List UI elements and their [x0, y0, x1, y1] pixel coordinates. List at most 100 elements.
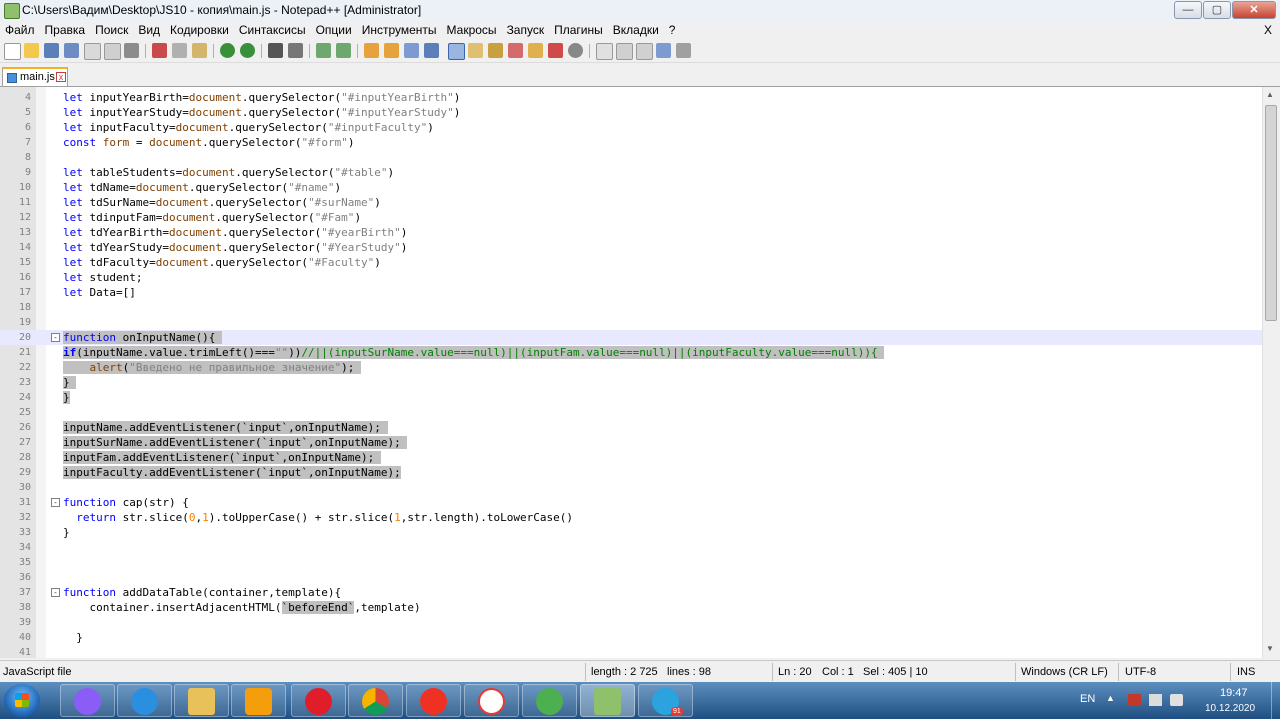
fold-toggle-icon[interactable]: -: [51, 498, 60, 507]
code-line[interactable]: 18: [0, 300, 1262, 315]
taskbar-opera[interactable]: [291, 684, 346, 717]
vertical-scrollbar[interactable]: ▲ ▼: [1262, 87, 1280, 658]
zoom-out-icon[interactable]: [336, 43, 351, 58]
monitoring-icon[interactable]: [548, 43, 563, 58]
menu-item[interactable]: Правка: [40, 21, 91, 39]
code-line[interactable]: 16 let student;: [0, 270, 1262, 285]
menu-item[interactable]: Макросы: [442, 21, 502, 39]
code-line[interactable]: 39: [0, 615, 1262, 630]
language-indicator[interactable]: EN: [1080, 693, 1095, 705]
save-icon[interactable]: [44, 43, 59, 58]
sync-horizontal-icon[interactable]: [384, 43, 399, 58]
code-line[interactable]: 10 let tdName=document.querySelector("#na…: [0, 180, 1262, 195]
close-file-icon[interactable]: [84, 43, 101, 60]
menu-item[interactable]: Инструменты: [357, 21, 442, 39]
menu-item[interactable]: Синтаксисы: [234, 21, 311, 39]
code-line[interactable]: 31 - function cap(str) {: [0, 495, 1262, 510]
taskbar-alice[interactable]: [60, 684, 115, 717]
code-line[interactable]: 35: [0, 555, 1262, 570]
show-desktop-button[interactable]: [1271, 682, 1280, 719]
save-all-icon[interactable]: [64, 43, 79, 58]
menu-item[interactable]: Запуск: [502, 21, 550, 39]
taskbar-media-player[interactable]: [231, 684, 286, 717]
code-line[interactable]: 9 let tableStudents=document.querySelecto…: [0, 165, 1262, 180]
fold-toggle-icon[interactable]: -: [51, 588, 60, 597]
code-line[interactable]: 26 inputName.addEventListener(`input`,onI…: [0, 420, 1262, 435]
menu-item[interactable]: Поиск: [90, 21, 133, 39]
taskbar-notepadpp[interactable]: [580, 684, 635, 717]
code-line[interactable]: 30: [0, 480, 1262, 495]
menu-item[interactable]: Вид: [133, 21, 165, 39]
code-line[interactable]: 12 let tdinputFam=document.querySelector(…: [0, 210, 1262, 225]
copy-icon[interactable]: [172, 43, 187, 58]
code-line[interactable]: 7 const form = document.querySelector("#f…: [0, 135, 1262, 150]
taskbar-utorrent[interactable]: [522, 684, 577, 717]
minimize-button[interactable]: —: [1174, 1, 1202, 19]
code-line[interactable]: 5 let inputYearStudy=document.querySelect…: [0, 105, 1262, 120]
scroll-down-icon[interactable]: ▼: [1266, 644, 1274, 653]
code-line[interactable]: 41: [0, 645, 1262, 658]
taskbar-chrome[interactable]: [348, 684, 403, 717]
function-list-icon[interactable]: [508, 43, 523, 58]
user-defined-language-icon[interactable]: [468, 43, 483, 58]
taskbar-yandex-browser[interactable]: [464, 684, 519, 717]
fold-toggle-icon[interactable]: -: [51, 333, 60, 342]
new-file-icon[interactable]: [4, 43, 21, 60]
code-line[interactable]: 19: [0, 315, 1262, 330]
start-button[interactable]: [4, 684, 40, 717]
code-line[interactable]: 23}: [0, 375, 1262, 390]
menu-item[interactable]: Вкладки: [608, 21, 664, 39]
word-wrap-icon[interactable]: [404, 43, 419, 58]
code-line[interactable]: 38 container.insertAdjacentHTML(`beforeE…: [0, 600, 1262, 615]
menu-item[interactable]: ?: [664, 21, 681, 39]
code-line[interactable]: 33}: [0, 525, 1262, 540]
code-line[interactable]: 36: [0, 570, 1262, 585]
scrollbar-thumb[interactable]: [1265, 105, 1277, 321]
taskbar-telegram[interactable]: 91: [638, 684, 693, 717]
show-hidden-icons-icon[interactable]: ▲: [1106, 693, 1115, 703]
code-line[interactable]: 8: [0, 150, 1262, 165]
tab-close-icon[interactable]: x: [56, 72, 66, 82]
code-line[interactable]: 22 alert("Введено не правильное значение…: [0, 360, 1262, 375]
stop-macro-icon[interactable]: [616, 43, 633, 60]
paste-icon[interactable]: [192, 43, 207, 58]
code-line[interactable]: 11 let tdSurName=document.querySelector("…: [0, 195, 1262, 210]
code-line[interactable]: 14 let tdYearStudy=document.querySelector…: [0, 240, 1262, 255]
run-macro-multiple-icon[interactable]: [656, 43, 671, 58]
clock-date[interactable]: 10.12.2020: [1205, 703, 1255, 714]
code-line[interactable]: 34: [0, 540, 1262, 555]
redo-icon[interactable]: [240, 43, 255, 58]
find-icon[interactable]: [268, 43, 283, 58]
menu-item[interactable]: Опции: [311, 21, 357, 39]
menu-item[interactable]: Плагины: [549, 21, 608, 39]
code-line[interactable]: 28 inputFam.addEventListener(`input`,onIn…: [0, 450, 1262, 465]
indent-guide-icon[interactable]: [448, 43, 465, 60]
print-icon[interactable]: [124, 43, 139, 58]
show-all-characters-icon[interactable]: [424, 43, 439, 58]
play-macro-icon[interactable]: [636, 43, 653, 60]
document-map-icon[interactable]: [488, 43, 503, 58]
maximize-button[interactable]: ▢: [1203, 1, 1231, 19]
code-line[interactable]: 27 inputSurName.addEventListener(`input`,…: [0, 435, 1262, 450]
taskbar-internet-explorer[interactable]: [117, 684, 172, 717]
code-line[interactable]: 17 let Data=[]: [0, 285, 1262, 300]
open-folder-icon[interactable]: [24, 43, 39, 58]
code-line[interactable]: 15 let tdFaculty=document.querySelector("…: [0, 255, 1262, 270]
code-line[interactable]: 37 - function addDataTable(container,templ…: [0, 585, 1262, 600]
code-editor[interactable]: 4 let inputYearBirth=document.querySelect…: [0, 87, 1262, 658]
code-line[interactable]: 13 let tdYearBirth=document.querySelector…: [0, 225, 1262, 240]
view-icon[interactable]: [568, 43, 583, 58]
menu-item[interactable]: Файл: [0, 21, 40, 39]
volume-icon[interactable]: [1170, 694, 1183, 706]
taskbar-explorer[interactable]: [174, 684, 229, 717]
code-line[interactable]: 29 inputFaculty.addEventListener(`input`,…: [0, 465, 1262, 480]
network-icon[interactable]: [1149, 694, 1162, 706]
scroll-up-icon[interactable]: ▲: [1266, 90, 1274, 99]
code-line[interactable]: 24}: [0, 390, 1262, 405]
clock-time[interactable]: 19:47: [1220, 687, 1248, 699]
code-line[interactable]: 6 let inputFaculty=document.querySelector…: [0, 120, 1262, 135]
replace-icon[interactable]: [288, 43, 303, 58]
code-line[interactable]: 4 let inputYearBirth=document.querySelect…: [0, 90, 1262, 105]
zoom-in-icon[interactable]: [316, 43, 331, 58]
folder-as-workspace-icon[interactable]: [528, 43, 543, 58]
